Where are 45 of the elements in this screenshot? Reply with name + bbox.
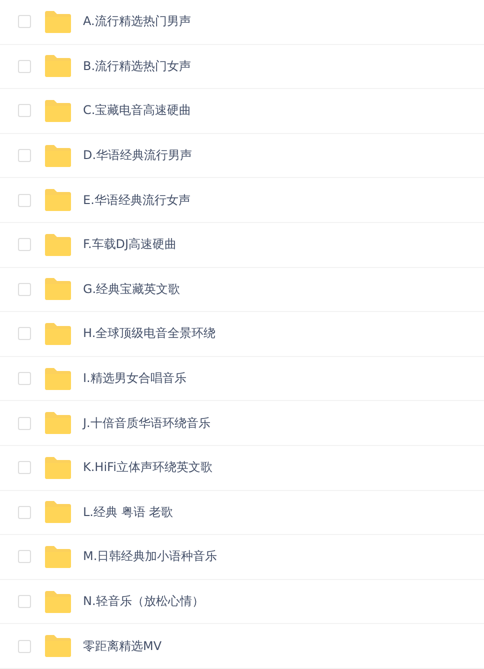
folder-icon <box>45 144 71 167</box>
folder-name[interactable]: E.华语经典流行女声 <box>83 192 190 209</box>
checkbox[interactable] <box>18 461 31 474</box>
folder-name[interactable]: N.轻音乐（放松心情） <box>83 593 204 610</box>
folder-name[interactable]: A.流行精选热门男声 <box>83 13 191 30</box>
folder-icon <box>45 590 71 613</box>
checkbox[interactable] <box>18 372 31 386</box>
checkbox[interactable] <box>18 327 31 340</box>
folder-name[interactable]: C.宝藏电音高速硬曲 <box>83 102 192 120</box>
folder-icon <box>45 546 71 568</box>
folder-name[interactable]: F.车载DJ高速硬曲 <box>83 236 177 254</box>
folder-icon <box>45 234 71 256</box>
folder-name[interactable]: J.十倍音质华语环绕音乐 <box>83 414 210 432</box>
folder-icon <box>45 635 71 658</box>
folder-icon <box>45 10 71 33</box>
checkbox[interactable] <box>18 15 31 28</box>
folder-icon <box>45 100 71 122</box>
checkbox[interactable] <box>18 282 31 296</box>
folder-icon <box>45 189 71 212</box>
folder-name[interactable]: G.经典宝藏英文歌 <box>83 280 180 298</box>
folder-name[interactable]: D.华语经典流行男声 <box>83 147 192 164</box>
folder-icon <box>45 412 71 434</box>
checkbox[interactable] <box>18 640 31 653</box>
folder-icon <box>45 322 71 345</box>
folder-name[interactable]: B.流行精选热门女声 <box>83 58 192 75</box>
checkbox[interactable] <box>18 416 31 430</box>
folder-name[interactable]: K.HiFi立体声环绕英文歌 <box>83 459 212 476</box>
checkbox[interactable] <box>18 149 31 162</box>
folder-icon <box>45 55 71 78</box>
folder-name[interactable]: M.日韩经典加小语种音乐 <box>83 548 218 566</box>
folder-name[interactable]: 零距离精选MV <box>83 638 162 655</box>
checkbox[interactable] <box>18 238 31 252</box>
folder-name[interactable]: I.精选男女合唱音乐 <box>83 370 186 388</box>
checkbox[interactable] <box>18 194 31 207</box>
folder-name[interactable]: L.经典 粤语 老歌 <box>83 504 174 521</box>
checkbox[interactable] <box>18 104 31 118</box>
checkbox[interactable] <box>18 550 31 564</box>
folder-icon <box>45 368 71 390</box>
folder-name[interactable]: H.全球顶级电音全景环绕 <box>83 325 216 342</box>
checkbox[interactable] <box>18 595 31 608</box>
folder-icon <box>45 456 71 479</box>
folder-icon <box>45 278 71 300</box>
checkbox[interactable] <box>18 506 31 519</box>
checkbox[interactable] <box>18 60 31 73</box>
folder-icon <box>45 501 71 524</box>
